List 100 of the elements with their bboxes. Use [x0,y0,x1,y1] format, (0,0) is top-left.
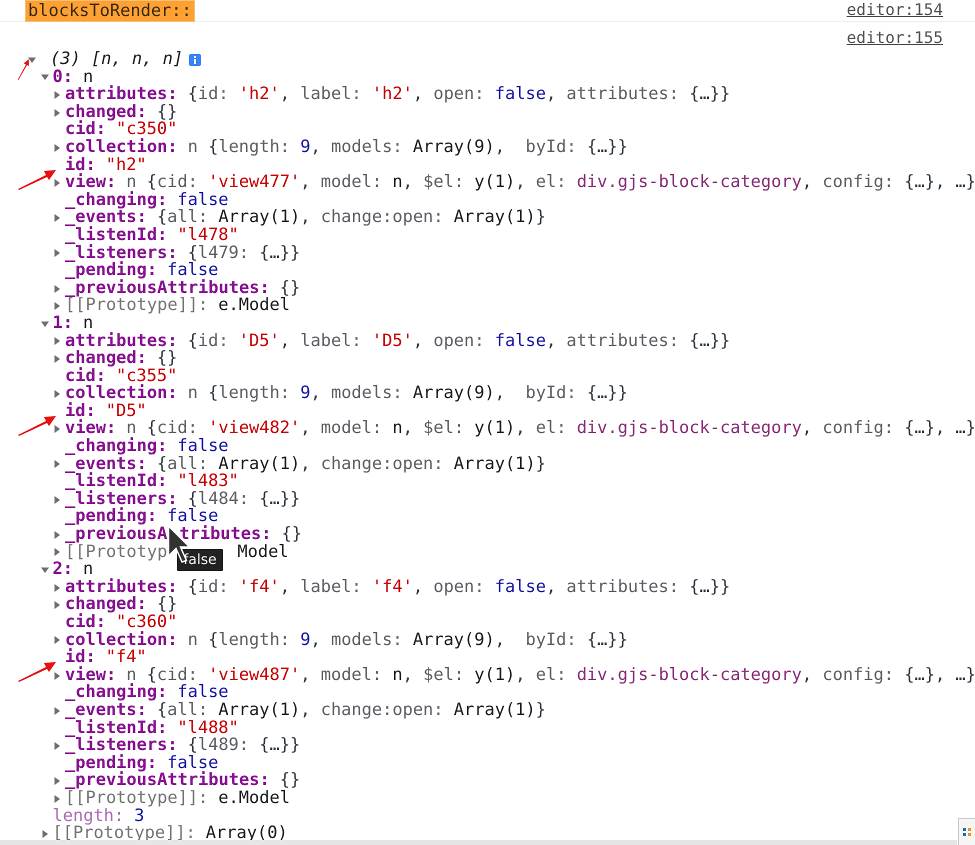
property-name: _changing: [65,684,168,702]
property-value: , [300,456,312,474]
collapsed-triangle-icon[interactable] [53,706,61,715]
property-value: { [156,456,168,474]
property-value: y(1) [474,174,516,192]
property-value: config: [822,420,895,438]
expanded-triangle-icon[interactable] [40,566,48,574]
property-value: {…}, …} [904,666,975,684]
expanded-triangle-icon[interactable] [40,73,48,82]
source-link[interactable]: editor:154 [846,0,943,20]
property-value: {…}} [259,737,300,755]
collapsed-triangle-icon[interactable] [53,584,61,592]
property-value: false [167,262,218,280]
collapsed-triangle-icon[interactable] [53,496,61,504]
collapsed-triangle-icon[interactable] [53,284,61,293]
property-value: Array(9) [412,632,495,650]
property-value: Array(1) [454,209,536,227]
collapsed-triangle-icon[interactable] [53,178,61,187]
property-value: , [280,578,291,596]
property-value: false [177,438,229,456]
property-value: {…}} [586,138,628,157]
property-value: byId: [525,138,578,157]
property-name: _events: [65,209,147,227]
property-value: $el: [423,174,466,192]
property-value: n [82,314,94,332]
property-name: 0: [52,68,73,86]
collapsed-triangle-icon[interactable] [53,144,61,152]
collapsed-triangle-icon[interactable] [53,460,61,468]
property-name: length: [52,808,124,826]
property-value: "D5" [106,402,147,420]
source-link[interactable]: editor:155 [846,28,943,48]
property-value: , [546,578,558,596]
collapsed-triangle-icon[interactable] [53,90,61,99]
expanded-triangle-icon[interactable] [28,56,36,64]
property-value: $el: [423,666,466,684]
collapsed-triangle-icon[interactable] [53,425,61,434]
property-name: cid: [65,614,106,632]
collapsed-triangle-icon[interactable] [53,530,61,539]
property-value: , [402,174,414,192]
property-value: label: [300,86,363,104]
property-name: id: [65,156,96,174]
property-value: {} [156,596,178,614]
property-name: _events: [65,702,147,720]
property-name: id: [65,402,96,420]
collapsed-triangle-icon[interactable] [53,214,61,222]
property-value: Model [237,544,289,562]
property-value: { [188,578,198,596]
property-value: {…}, …} [904,174,975,192]
resize-grip-icon[interactable] [958,818,975,845]
property-value: open: [433,578,486,596]
property-value: length: [218,632,291,650]
collapsed-triangle-icon[interactable] [53,249,61,258]
property-value: {…}} [586,632,628,650]
property-value: {…}} [689,332,730,350]
property-value: , [300,666,312,684]
property-value: open: [433,86,486,104]
collapsed-triangle-icon[interactable] [53,302,61,310]
info-icon[interactable] [189,54,202,66]
property-value: models: [330,385,404,403]
property-name: 1: [52,314,73,332]
collapsed-triangle-icon[interactable] [40,830,48,838]
property-value: n [392,420,403,438]
property-value: config: [822,666,895,684]
property-value: n [126,666,136,684]
property-value: 9 [300,138,310,157]
property-value: 'D5' [238,332,280,350]
property-name: _listenId: [65,473,168,491]
expanded-triangle-icon[interactable] [40,320,48,328]
collapsed-triangle-icon[interactable] [53,636,61,644]
collapsed-triangle-icon[interactable] [53,601,61,610]
property-value: "h2" [106,156,147,174]
collapsed-triangle-icon[interactable] [53,337,61,346]
collapsed-triangle-icon[interactable] [53,742,61,750]
collapsed-triangle-icon[interactable] [53,390,61,398]
collapsed-triangle-icon[interactable] [53,354,61,363]
property-value: , [310,385,322,403]
property-value: , [300,702,312,720]
property-value: model: [320,174,384,192]
property-value: , [546,332,558,350]
collapsed-triangle-icon[interactable] [53,108,61,117]
property-value: label: [300,332,363,350]
property-value: e.Model [218,790,290,808]
property-value: false [494,332,546,350]
collapsed-triangle-icon[interactable] [53,777,61,786]
property-value: el: [536,174,568,192]
collapsed-triangle-icon[interactable] [53,548,61,556]
property-value: 'f4' [238,578,280,596]
property-value: , [412,86,424,104]
property-value: false [494,86,546,104]
property-value: el: [536,666,568,684]
log-message: blocksToRender:: [25,0,195,22]
scrollbar[interactable] [0,840,957,845]
property-value: { [146,666,157,684]
property-name: [[Prototyp [65,544,168,562]
collapsed-triangle-icon[interactable] [53,672,61,680]
collapsed-triangle-icon[interactable] [53,794,61,803]
property-value: n [188,385,199,403]
property-value: n [126,420,136,438]
property-value: y(1) [474,420,516,438]
property-value: Array(1) [218,209,300,227]
